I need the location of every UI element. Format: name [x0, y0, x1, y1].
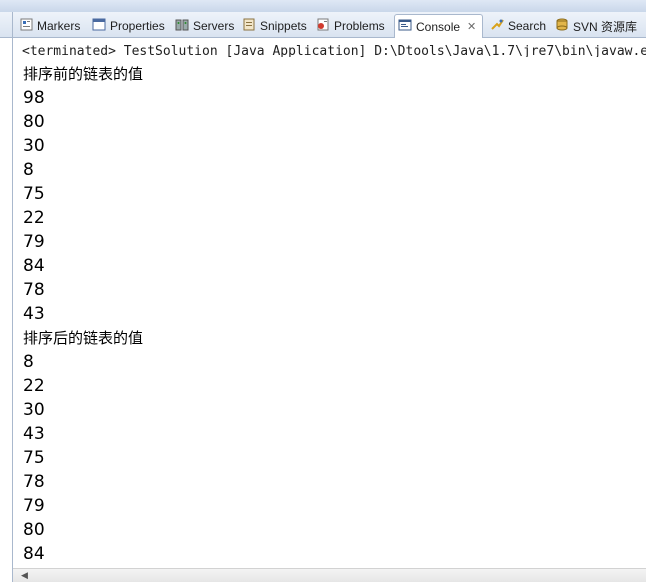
- close-icon[interactable]: ✕: [467, 20, 476, 33]
- console-line: 79: [23, 496, 45, 516]
- horizontal-scrollbar[interactable]: ◀: [13, 568, 646, 582]
- view-left-border: [12, 12, 13, 582]
- console-line: 84: [23, 256, 45, 276]
- tab-label: Servers: [193, 19, 235, 33]
- tab-problems[interactable]: Problems: [316, 15, 385, 37]
- tab-svn-repository[interactable]: SVN 资源库: [555, 15, 637, 37]
- view-tab-bar: Markers Properties Servers Snippets Prob…: [0, 12, 646, 38]
- console-icon: [398, 19, 412, 35]
- tab-snippets[interactable]: Snippets: [242, 15, 307, 37]
- tab-search[interactable]: Search: [490, 15, 546, 37]
- console-line: 80: [23, 520, 45, 540]
- console-line: 22: [23, 208, 45, 228]
- console-output[interactable]: 排序前的链表的值 98 80 30 8 75 22 79 84 78 43 排序…: [23, 62, 633, 566]
- tab-label: Problems: [334, 19, 385, 33]
- console-line: 79: [23, 232, 45, 252]
- tab-label: Markers: [37, 19, 81, 33]
- console-line: 8: [23, 160, 34, 180]
- tab-properties[interactable]: Properties: [92, 15, 165, 37]
- console-line: 80: [23, 112, 45, 132]
- tab-label: SVN 资源库: [573, 19, 638, 34]
- tab-label: Snippets: [260, 19, 307, 33]
- scroll-left-arrow-icon[interactable]: ◀: [21, 571, 28, 581]
- console-line: 43: [23, 304, 45, 324]
- console-line: 78: [23, 472, 45, 492]
- console-line: 84: [23, 544, 45, 564]
- search-icon: [490, 18, 504, 34]
- window-top-strip: [0, 0, 646, 12]
- markers-icon: [20, 18, 33, 34]
- tab-label: Search: [508, 19, 547, 33]
- servers-icon: [175, 18, 189, 34]
- console-line: 30: [23, 136, 45, 156]
- tab-servers[interactable]: Servers: [175, 15, 234, 37]
- console-status-line: <terminated> TestSolution [Java Applicat…: [22, 44, 646, 57]
- console-line: 78: [23, 280, 45, 300]
- properties-icon: [92, 18, 106, 34]
- tab-console[interactable]: Console ✕: [394, 14, 484, 38]
- tab-label: Console: [416, 19, 461, 34]
- tab-markers[interactable]: Markers: [20, 15, 80, 37]
- svn-repository-icon: [555, 18, 569, 34]
- console-line: 22: [23, 376, 45, 396]
- console-line: 排序后的链表的值: [23, 329, 144, 347]
- problems-icon: [316, 18, 330, 34]
- snippets-icon: [242, 18, 256, 34]
- console-line: 75: [23, 448, 45, 468]
- console-line: 排序前的链表的值: [23, 65, 144, 83]
- console-line: 75: [23, 184, 45, 204]
- tab-label: Properties: [110, 19, 165, 33]
- console-line: 98: [23, 88, 45, 108]
- console-line: 43: [23, 424, 45, 444]
- console-line: 8: [23, 352, 34, 372]
- console-line: 30: [23, 400, 45, 420]
